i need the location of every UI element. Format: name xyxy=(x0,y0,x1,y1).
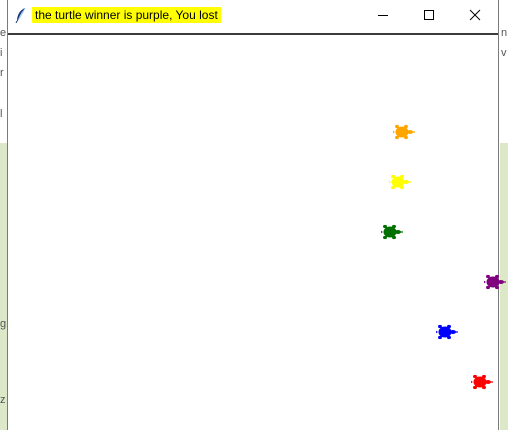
feather-icon xyxy=(14,7,28,24)
turtle-purple xyxy=(484,274,506,290)
background-text: v xyxy=(501,47,507,59)
turtle-orange xyxy=(393,124,415,140)
maximize-button[interactable] xyxy=(406,0,452,30)
background-text: g xyxy=(0,318,7,330)
turtle-green xyxy=(381,224,403,240)
background-text: r xyxy=(0,67,4,79)
turtle-red xyxy=(471,374,493,390)
background-text: z xyxy=(0,394,6,406)
turtle-blue xyxy=(436,324,458,340)
background-text: l xyxy=(0,108,3,120)
background-text: e xyxy=(0,27,7,39)
turtle-window: the turtle winner is purple, You lost xyxy=(7,0,506,430)
minimize-button[interactable] xyxy=(360,0,406,30)
close-button[interactable] xyxy=(452,0,498,30)
turtle-yellow xyxy=(389,174,411,190)
minimize-icon xyxy=(378,15,388,16)
window-title: the turtle winner is purple, You lost xyxy=(32,7,221,23)
maximize-icon xyxy=(424,10,434,20)
background-text: i xyxy=(0,47,3,59)
turtle-race-canvas xyxy=(8,33,506,430)
title-bar[interactable]: the turtle winner is purple, You lost xyxy=(8,0,498,30)
background-text: n xyxy=(501,27,508,39)
close-icon xyxy=(469,9,481,21)
